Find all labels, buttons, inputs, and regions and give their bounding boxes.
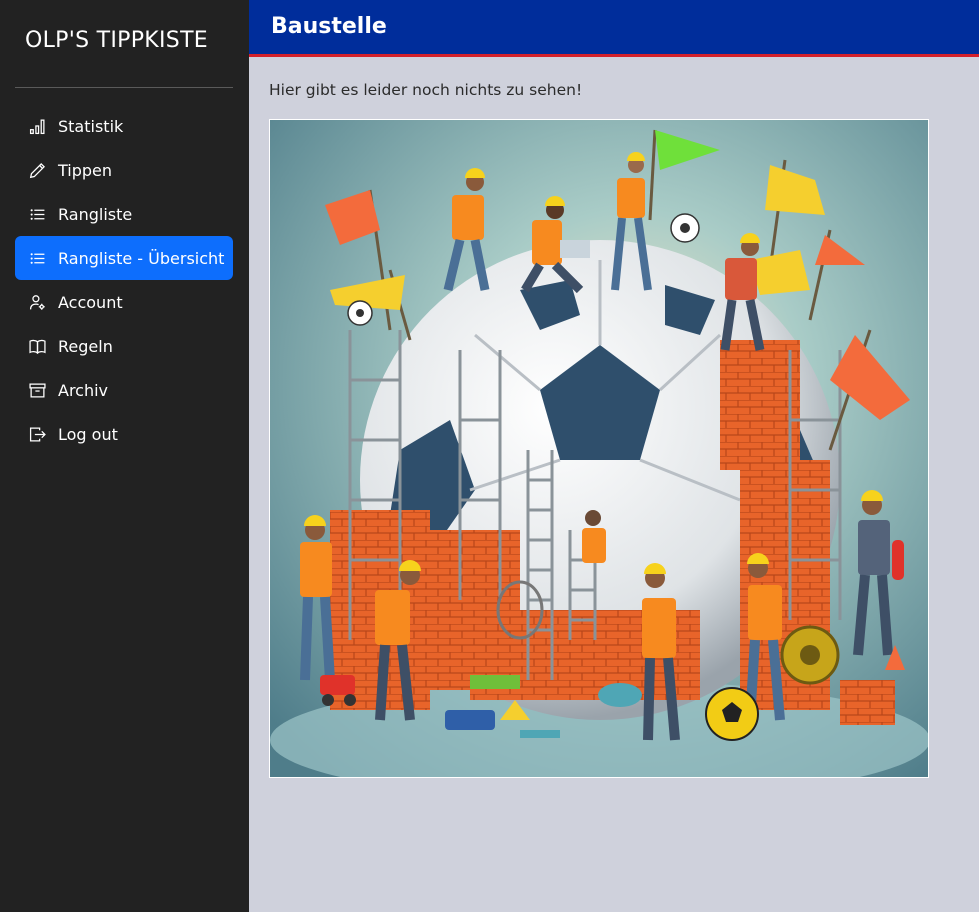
sidebar-item-archiv[interactable]: Archiv: [15, 368, 233, 412]
pencil-icon: [29, 162, 46, 179]
sidebar-item-rangliste-uebersicht[interactable]: Rangliste - Übersicht: [15, 236, 233, 280]
sidebar-divider: [15, 87, 233, 88]
sidebar-item-logout[interactable]: Log out: [15, 412, 233, 456]
sidebar-item-label: Statistik: [58, 116, 124, 136]
construction-illustration: [269, 119, 929, 778]
book-icon: [29, 338, 46, 355]
sidebar-item-label: Rangliste - Übersicht: [58, 248, 225, 268]
sidebar-item-tippen[interactable]: Tippen: [15, 148, 233, 192]
sidebar-item-label: Tippen: [58, 160, 113, 180]
archive-icon: [29, 382, 46, 399]
sidebar-item-rangliste[interactable]: Rangliste: [15, 192, 233, 236]
list-icon: [29, 206, 46, 223]
list-icon: [29, 250, 46, 267]
sidebar-item-statistik[interactable]: Statistik: [15, 104, 233, 148]
brand-title[interactable]: OLP'S TIPPKISTE: [0, 28, 233, 53]
sidebar-nav: Statistik Tippen Rangliste Rangliste - Ü…: [15, 104, 233, 456]
page-title: Baustelle: [271, 14, 387, 39]
sidebar-item-account[interactable]: Account: [15, 280, 233, 324]
bar-chart-icon: [29, 118, 46, 135]
logout-icon: [29, 426, 46, 443]
sidebar-item-regeln[interactable]: Regeln: [15, 324, 233, 368]
sidebar-item-label: Regeln: [58, 336, 113, 356]
sidebar-item-label: Rangliste: [58, 204, 133, 224]
sidebar-item-label: Archiv: [58, 380, 109, 400]
sidebar-item-label: Account: [58, 292, 123, 312]
sidebar-item-label: Log out: [58, 424, 118, 444]
notice-text: Hier gibt es leider noch nichts zu sehen…: [269, 81, 583, 99]
construction-illustration-art: [270, 120, 928, 777]
user-gear-icon: [29, 294, 46, 311]
sidebar: OLP'S TIPPKISTE Statistik Tippen Ranglis…: [0, 0, 249, 912]
page-header: Baustelle: [249, 0, 979, 57]
